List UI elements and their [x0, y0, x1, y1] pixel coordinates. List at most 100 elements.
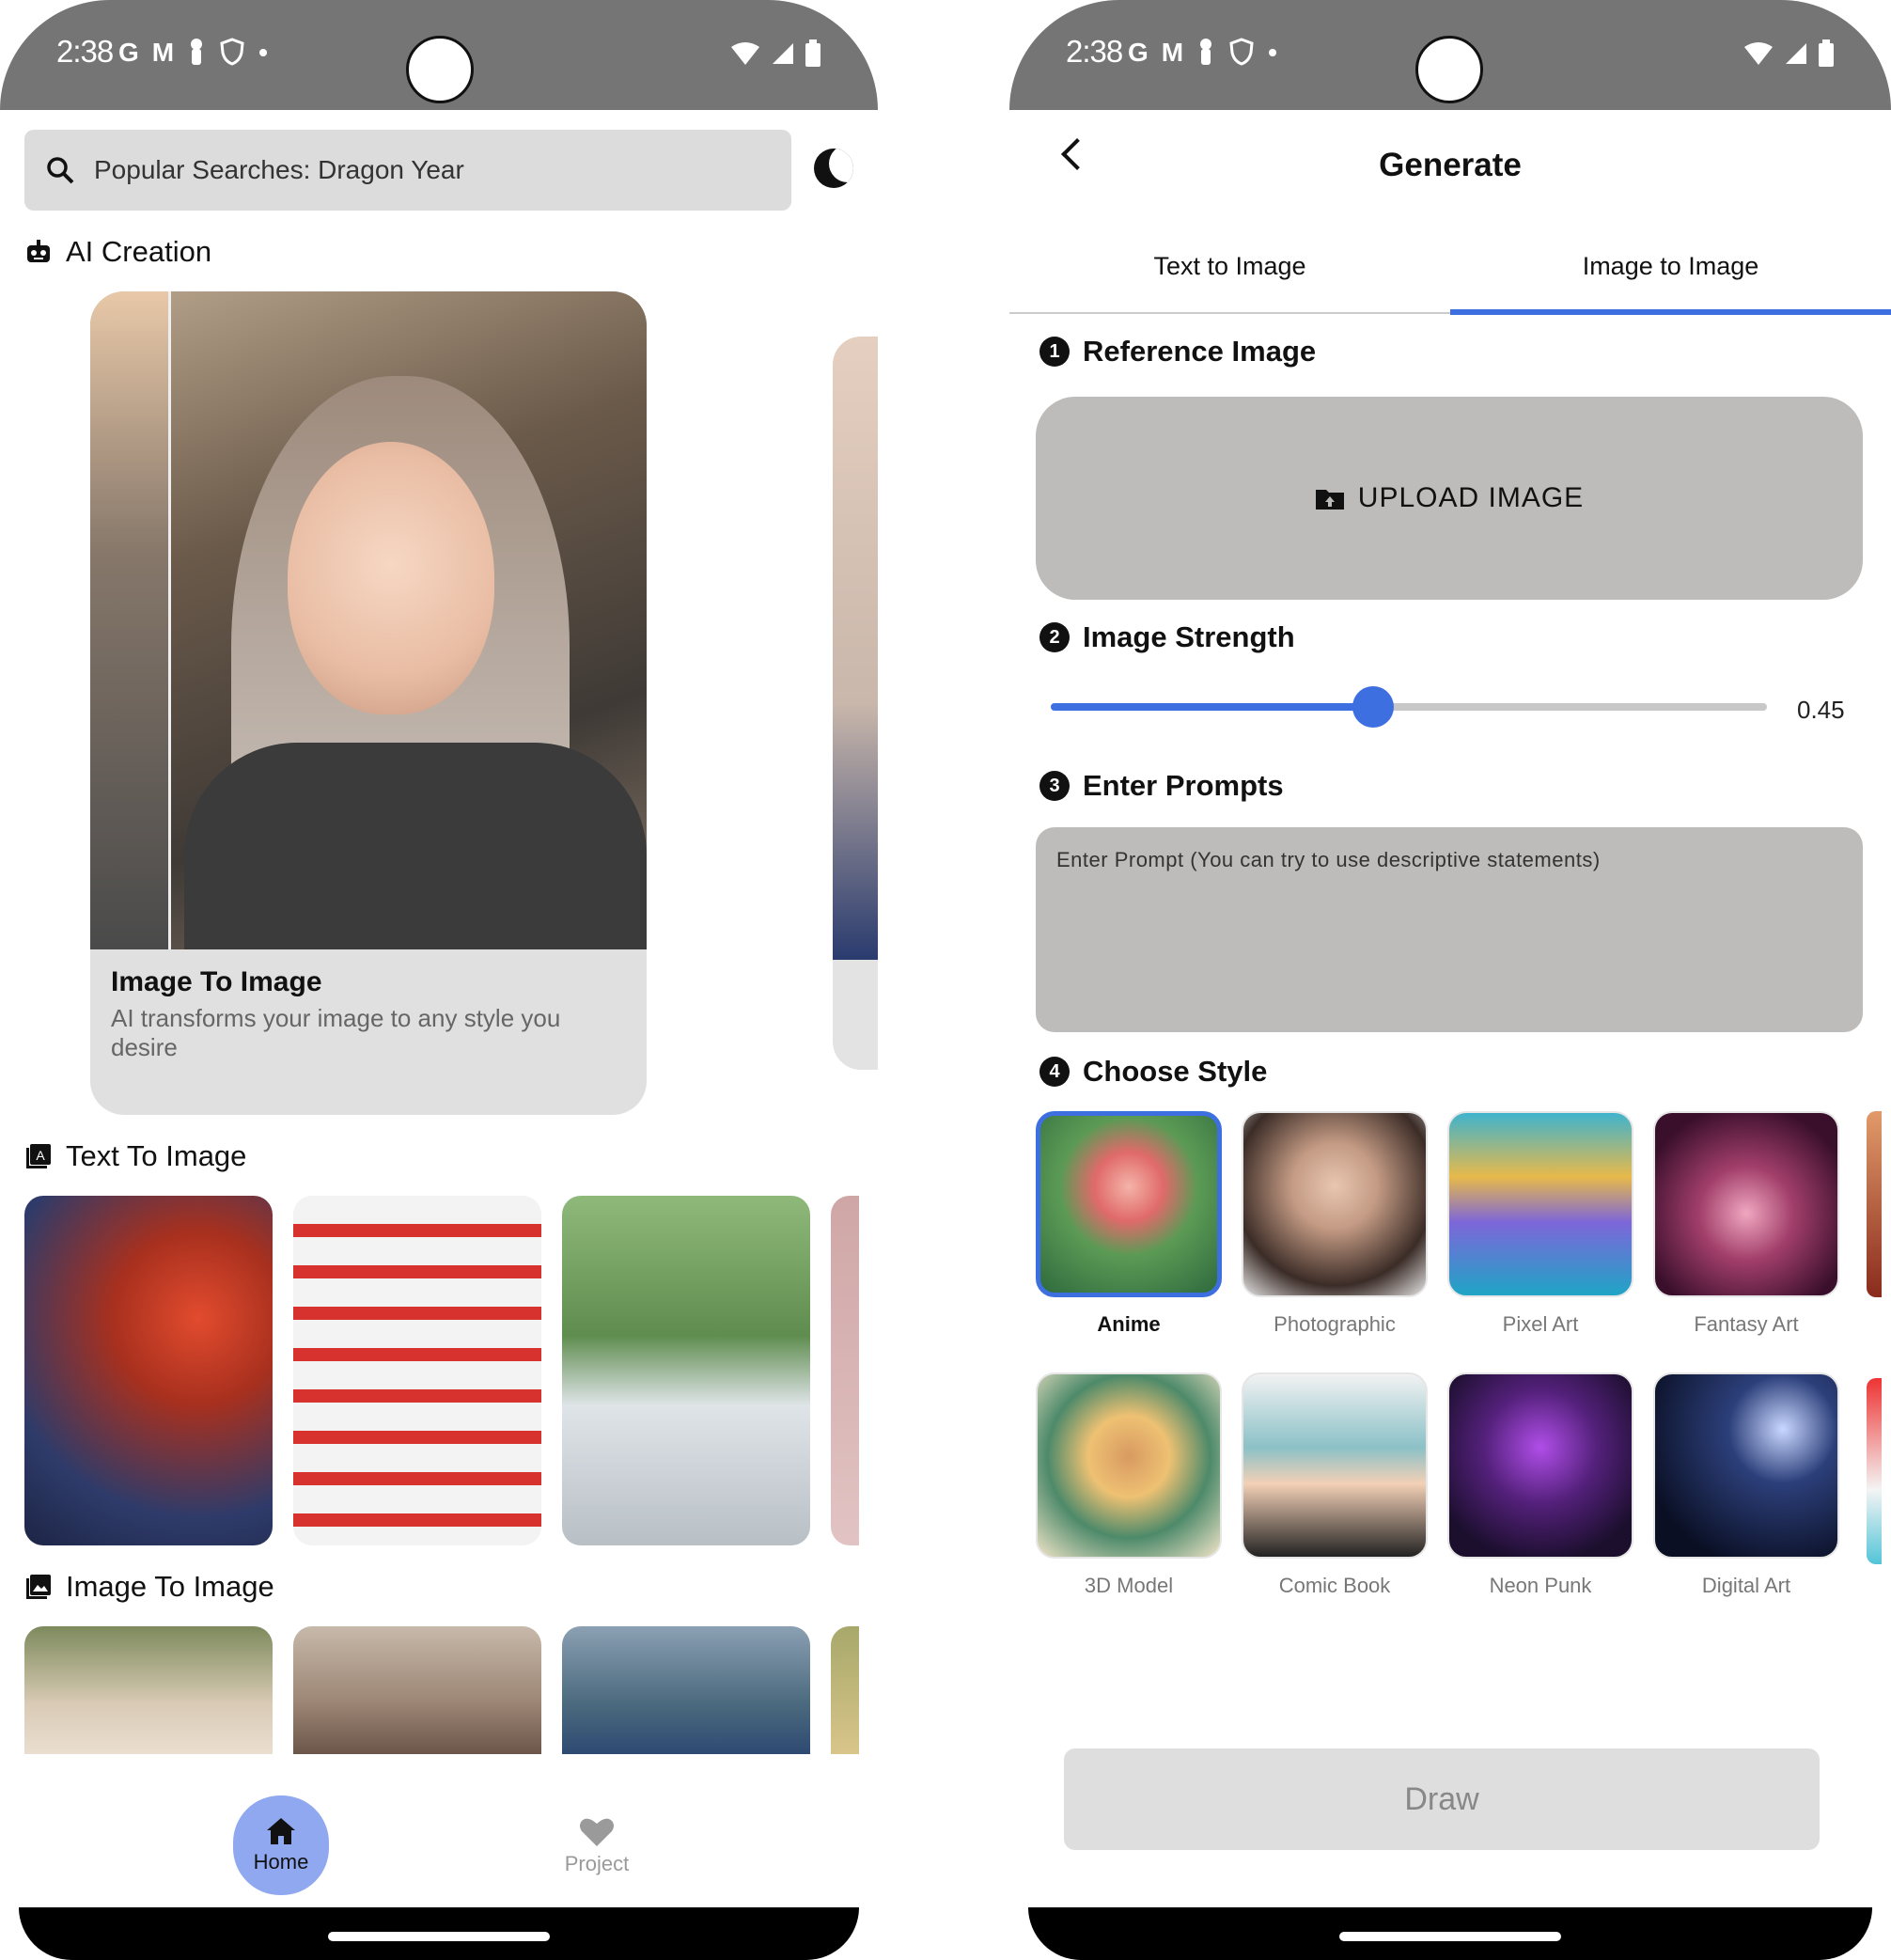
style-option-comic-book[interactable]: Comic Book [1242, 1372, 1428, 1598]
battery-icon [805, 39, 820, 67]
section-image-to-image: Image To Image [24, 1570, 274, 1604]
style-thumbnail [1447, 1111, 1633, 1297]
wifi-icon [731, 42, 759, 65]
image-strength-slider[interactable] [1051, 686, 1767, 728]
google-icon: G [118, 38, 139, 67]
style-thumbnail [1653, 1372, 1839, 1559]
feature-card-image-to-image[interactable]: Image To Image AI transforms your image … [90, 291, 647, 1115]
nav-project-label: Project [564, 1852, 630, 1875]
section-title-text: Image To Image [66, 1570, 274, 1603]
step-image-strength: 2 Image Strength [1039, 620, 1295, 654]
step-label: Choose Style [1083, 1055, 1268, 1088]
gallery-thumb[interactable] [562, 1196, 810, 1545]
style-option-anime[interactable]: Anime [1036, 1111, 1222, 1337]
style-option-neon-punk[interactable]: Neon Punk [1447, 1372, 1633, 1598]
style-option-photographic[interactable]: Photographic [1242, 1111, 1428, 1337]
prompt-input[interactable]: Enter Prompt (You can try to use descrip… [1036, 827, 1863, 1032]
step-number-badge: 1 [1039, 337, 1070, 367]
style-thumbnail [1242, 1372, 1428, 1559]
home-indicator[interactable] [328, 1932, 550, 1941]
status-bar: 2:38 G M • [0, 0, 878, 110]
step-number-badge: 2 [1039, 622, 1070, 652]
nav-home-label: Home [253, 1850, 309, 1874]
status-time: 2:38 [1066, 34, 1123, 69]
style-label: 3D Model [1084, 1574, 1174, 1597]
status-notification-icons: G M • [118, 38, 268, 68]
shield-icon [220, 38, 244, 66]
step-number-badge: 3 [1039, 771, 1070, 801]
signal-icon [1786, 43, 1806, 64]
style-label: Neon Punk [1489, 1574, 1592, 1597]
shield-icon [1229, 38, 1254, 66]
gallery-thumb[interactable] [562, 1626, 810, 1754]
style-grid: Anime Photographic Pixel Art Fantasy Art… [1036, 1111, 1882, 1598]
slider-fill [1051, 703, 1373, 711]
step-label: Image Strength [1083, 620, 1295, 653]
style-option-pixel-art[interactable]: Pixel Art [1447, 1111, 1633, 1337]
search-bar[interactable]: Popular Searches: Dragon Year [24, 130, 791, 211]
step-number-badge: 4 [1039, 1057, 1070, 1087]
style-thumbnail [1036, 1372, 1222, 1559]
style-label: Photographic [1274, 1312, 1396, 1336]
camera-cutout [406, 36, 474, 103]
robot-icon [27, 240, 50, 262]
style-thumbnail [1447, 1372, 1633, 1559]
next-feature-card-peek[interactable] [833, 337, 878, 1070]
dark-mode-icon[interactable] [814, 149, 853, 188]
style-option-fantasy-art[interactable]: Fantasy Art [1653, 1111, 1839, 1337]
gallery-thumb[interactable] [293, 1626, 541, 1754]
slider-thumb[interactable] [1352, 686, 1394, 728]
style-label: Anime [1097, 1312, 1161, 1336]
upload-image-button[interactable]: UPLOAD IMAGE [1036, 397, 1863, 600]
dot-icon: • [258, 38, 268, 67]
home-icon [267, 1818, 295, 1844]
section-ai-creation: AI Creation [24, 235, 211, 269]
style-label: Digital Art [1701, 1574, 1791, 1597]
style-option-peek[interactable] [1867, 1378, 1882, 1564]
style-option-digital-art[interactable]: Digital Art [1653, 1372, 1839, 1598]
battery-icon [1819, 39, 1834, 67]
wifi-icon [1744, 42, 1773, 65]
tab-text-to-image[interactable]: Text to Image [1009, 243, 1450, 312]
home-indicator[interactable] [1339, 1932, 1561, 1941]
gallery-thumb[interactable] [24, 1196, 273, 1545]
image-to-image-gallery [24, 1626, 859, 1754]
sweater-shape [184, 743, 647, 949]
system-icons [729, 39, 821, 68]
page-title: Generate [1379, 147, 1522, 183]
dot-icon: • [1268, 38, 1277, 67]
face-shape [288, 442, 494, 714]
camera-cutout [1415, 36, 1483, 103]
prompt-placeholder: Enter Prompt (You can try to use descrip… [1056, 848, 1601, 871]
heart-icon [580, 1818, 614, 1846]
home-screen: 2:38 G M • Popular Searches: Dragon Year… [0, 0, 878, 1960]
draw-button[interactable]: Draw [1064, 1748, 1820, 1850]
text-image-icon: A [26, 1144, 51, 1168]
gallery-thumb[interactable] [24, 1626, 273, 1754]
gallery-thumb[interactable] [831, 1626, 859, 1754]
style-option-peek[interactable] [1867, 1111, 1882, 1297]
gallery-thumb[interactable] [293, 1196, 541, 1545]
tab-image-to-image[interactable]: Image to Image [1450, 243, 1891, 315]
style-label: Fantasy Art [1694, 1312, 1799, 1336]
status-time: 2:38 [56, 34, 114, 69]
image-strength-value: 0.45 [1797, 696, 1845, 724]
upload-folder-icon [1315, 490, 1344, 510]
gallery-thumb[interactable] [831, 1196, 859, 1545]
svg-text:A: A [36, 1148, 45, 1163]
section-title-text: Text To Image [66, 1139, 247, 1172]
gmail-icon: M [151, 38, 175, 67]
gesture-bar [19, 1907, 859, 1960]
feature-card-title: Image To Image [111, 966, 322, 997]
nav-home[interactable]: Home [233, 1795, 329, 1895]
style-option-3d-model[interactable]: 3D Model [1036, 1372, 1222, 1598]
nav-project[interactable]: Project [555, 1816, 639, 1876]
step-label: Enter Prompts [1083, 769, 1284, 802]
style-label: Comic Book [1278, 1574, 1391, 1597]
person-icon [1200, 39, 1212, 65]
style-thumbnail [1653, 1111, 1839, 1297]
mode-tabs: Text to Image Image to Image [1009, 243, 1891, 315]
style-thumbnail [1036, 1111, 1222, 1297]
before-slice [90, 291, 171, 949]
feature-card-description: AI transforms your image to any style yo… [111, 1004, 561, 1061]
